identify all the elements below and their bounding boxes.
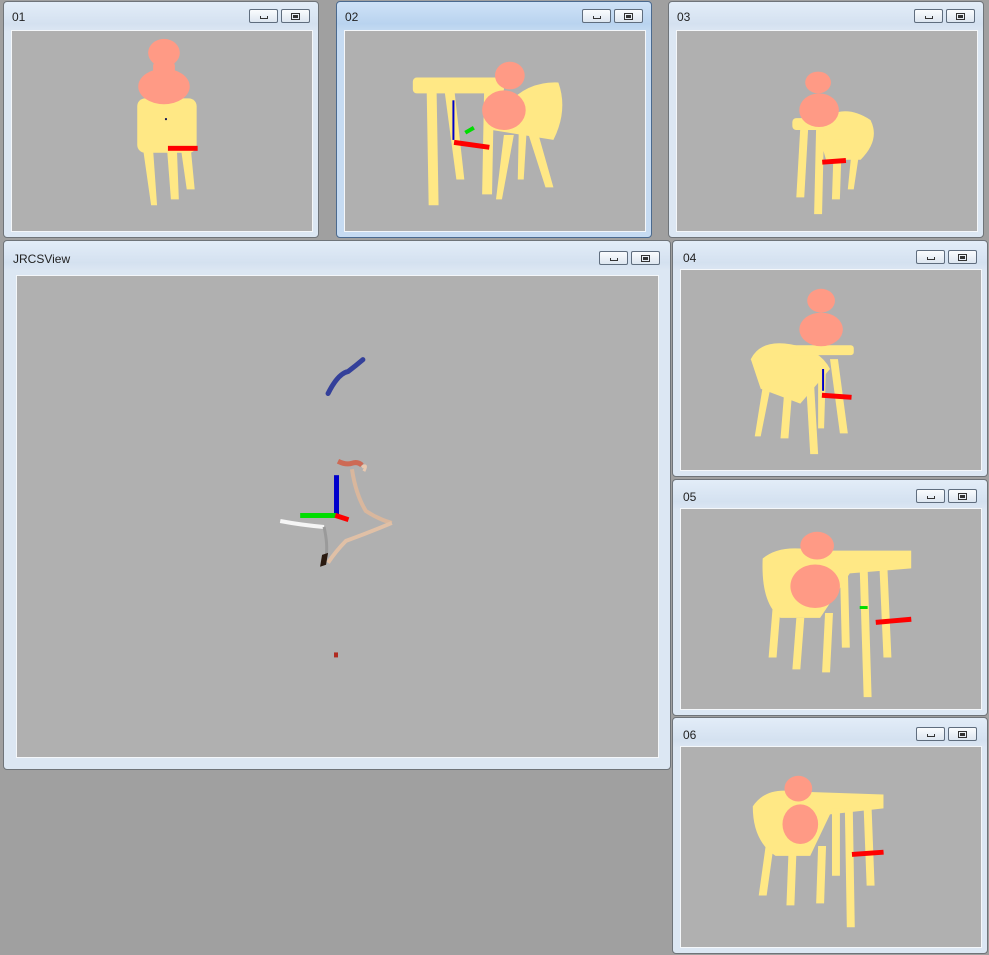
view-window-04[interactable]: 04 [672, 240, 988, 477]
viewport-06[interactable] [680, 746, 982, 948]
window-title: 05 [683, 490, 697, 504]
window-title: JRCSView [13, 252, 71, 266]
window-title: 01 [12, 10, 26, 24]
viewport-04[interactable] [680, 269, 982, 471]
minimize-icon[interactable] [916, 727, 945, 741]
view-window-05[interactable]: 05 [672, 479, 988, 716]
window-title: 02 [345, 10, 359, 24]
view-window-02[interactable]: 02 [336, 1, 652, 238]
maximize-icon[interactable] [281, 9, 310, 23]
view-window-01[interactable]: 01 [3, 1, 319, 238]
point-cloud-render [752, 775, 884, 928]
maximize-icon[interactable] [946, 9, 975, 23]
viewport-03[interactable] [676, 30, 978, 232]
point-cloud-render [412, 61, 563, 206]
trajectory-render [279, 357, 393, 658]
viewport-02[interactable] [344, 30, 646, 232]
minimize-icon[interactable] [914, 9, 943, 23]
main-view-window[interactable]: JRCSView [3, 240, 671, 770]
maximize-icon[interactable] [948, 727, 977, 741]
minimize-icon[interactable] [249, 9, 278, 23]
viewport-01[interactable] [11, 30, 313, 232]
window-title: 03 [677, 10, 691, 24]
maximize-icon[interactable] [948, 250, 977, 264]
view-window-03[interactable]: 03 [668, 1, 984, 238]
point-cloud-render [792, 71, 874, 215]
minimize-icon[interactable] [916, 250, 945, 264]
viewport-05[interactable] [680, 508, 982, 710]
maximize-icon[interactable] [948, 489, 977, 503]
main-viewport[interactable] [16, 275, 659, 758]
minimize-icon[interactable] [599, 251, 628, 265]
maximize-icon[interactable] [631, 251, 660, 265]
window-title: 06 [683, 728, 697, 742]
maximize-icon[interactable] [614, 9, 643, 23]
point-cloud-render [137, 38, 198, 206]
minimize-icon[interactable] [916, 489, 945, 503]
window-title: 04 [683, 251, 697, 265]
minimize-icon[interactable] [582, 9, 611, 23]
point-cloud-render [750, 288, 854, 455]
view-window-06[interactable]: 06 [672, 717, 988, 954]
point-cloud-render [762, 531, 912, 698]
